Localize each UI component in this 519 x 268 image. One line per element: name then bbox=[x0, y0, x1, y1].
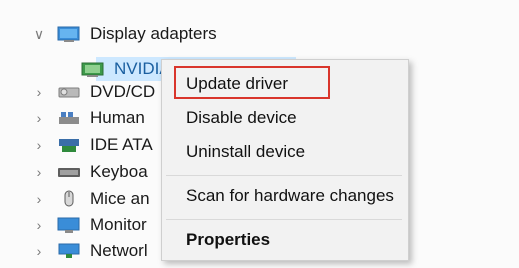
update-driver-highlight-box bbox=[174, 66, 330, 99]
tree-item-label: Human bbox=[90, 108, 145, 127]
chevron-right-icon[interactable]: › bbox=[32, 217, 46, 233]
menu-separator bbox=[166, 219, 402, 220]
menu-item-properties[interactable]: Properties bbox=[186, 230, 270, 250]
tree-item-display-adapters[interactable]: ∨ Display adapters bbox=[32, 19, 217, 49]
dvd-drive-icon bbox=[56, 82, 82, 102]
chevron-right-icon[interactable]: › bbox=[32, 243, 46, 259]
tree-item-label: Networl bbox=[90, 241, 148, 260]
tree-item-label: Mice an bbox=[90, 189, 150, 208]
chevron-right-icon[interactable]: › bbox=[32, 164, 46, 180]
graphics-card-icon bbox=[80, 59, 106, 79]
tree-item-ide-ata[interactable]: › IDE ATA bbox=[32, 130, 153, 160]
chevron-down-icon[interactable]: ∨ bbox=[32, 26, 46, 42]
network-adapter-icon bbox=[56, 241, 82, 261]
tree-item-label: Keyboa bbox=[90, 162, 148, 181]
display-adapter-icon bbox=[56, 24, 82, 44]
human-interface-device-icon bbox=[56, 108, 82, 128]
chevron-right-icon[interactable]: › bbox=[32, 191, 46, 207]
menu-item-scan-hardware-changes[interactable]: Scan for hardware changes bbox=[186, 186, 394, 206]
device-manager-screenshot: ∨ Display adapters NVIDIA GeForce GT 103… bbox=[0, 0, 519, 268]
tree-item-keyboards[interactable]: › Keyboa bbox=[32, 157, 148, 187]
chevron-right-icon[interactable]: › bbox=[32, 110, 46, 126]
tree-item-label: Monitor bbox=[90, 215, 147, 234]
tree-item-human-interface[interactable]: › Human bbox=[32, 103, 145, 133]
monitor-icon bbox=[56, 215, 82, 235]
tree-item-network-adapters[interactable]: › Networl bbox=[32, 236, 148, 266]
tree-item-label: IDE ATA bbox=[90, 135, 153, 154]
menu-item-disable-device[interactable]: Disable device bbox=[186, 108, 297, 128]
tree-item-label: Display adapters bbox=[90, 24, 217, 43]
menu-item-uninstall-device[interactable]: Uninstall device bbox=[186, 142, 305, 162]
chevron-right-icon[interactable]: › bbox=[32, 84, 46, 100]
menu-separator bbox=[166, 175, 402, 176]
keyboard-icon bbox=[56, 162, 82, 182]
tree-item-label: DVD/CD bbox=[90, 82, 156, 101]
chevron-right-icon[interactable]: › bbox=[32, 137, 46, 153]
ide-controller-icon bbox=[56, 135, 82, 155]
mouse-icon bbox=[56, 189, 82, 209]
